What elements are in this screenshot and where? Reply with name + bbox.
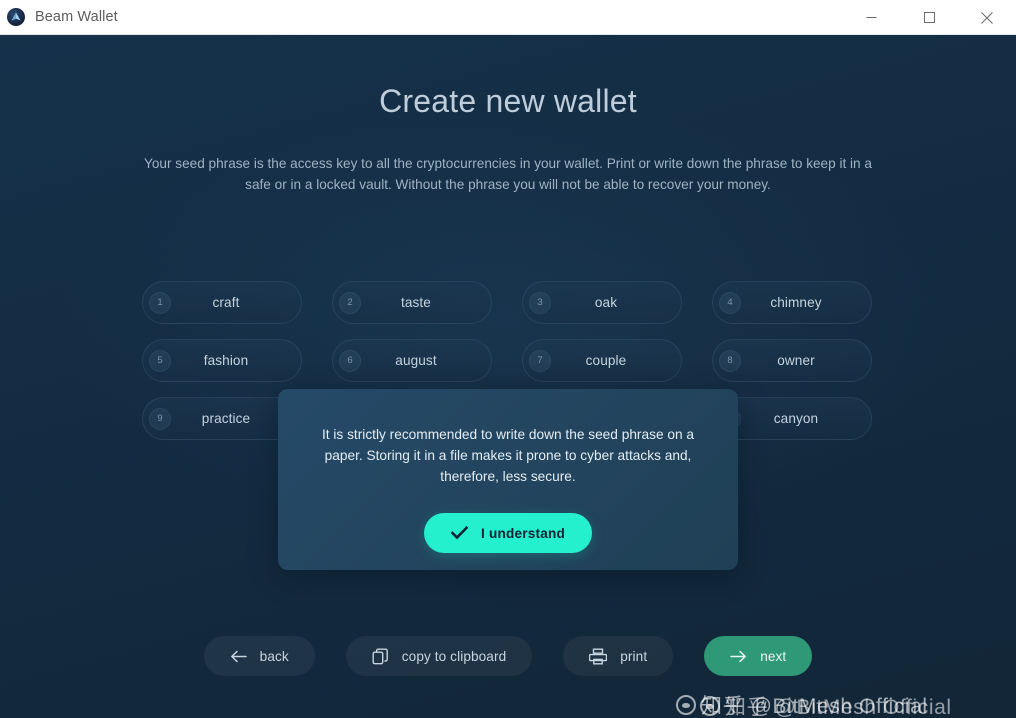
copy-to-clipboard-label: copy to clipboard xyxy=(401,648,507,664)
window-title: Beam Wallet xyxy=(35,9,118,25)
zhihu-logo-icon xyxy=(700,696,720,716)
copy-to-clipboard-button[interactable]: copy to clipboard xyxy=(345,636,533,676)
seed-word-number: 2 xyxy=(339,291,361,314)
i-understand-label: I understand xyxy=(481,525,565,541)
close-icon[interactable] xyxy=(958,0,1016,35)
back-label: back xyxy=(259,648,289,664)
seed-word-chip: 2 taste xyxy=(332,281,492,324)
seed-word-number: 7 xyxy=(529,349,551,372)
back-button[interactable]: back xyxy=(203,636,315,676)
zhihu-logo-icon-2 xyxy=(676,695,696,715)
print-button[interactable]: print xyxy=(563,636,674,676)
minimize-icon[interactable] xyxy=(842,0,900,35)
maximize-icon[interactable] xyxy=(900,0,958,35)
arrow-right-icon xyxy=(730,650,747,663)
next-button[interactable]: next xyxy=(704,636,813,676)
seed-word-number: 5 xyxy=(149,349,171,372)
wallet-create-screen: Create new wallet Your seed phrase is th… xyxy=(0,35,1016,718)
watermark-front-text: 知乎 @BitMesh Official xyxy=(701,695,928,718)
seed-word-number: 3 xyxy=(529,291,551,314)
window-controls xyxy=(842,0,1016,35)
seed-word-number: 8 xyxy=(719,349,741,372)
next-label: next xyxy=(760,648,787,664)
seed-warning-modal: It is strictly recommended to write down… xyxy=(278,389,738,570)
print-label: print xyxy=(620,648,648,664)
page-title: Create new wallet xyxy=(379,83,637,119)
seed-word-chip: 6 august xyxy=(332,339,492,382)
page-description: Your seed phrase is the access key to al… xyxy=(144,156,872,192)
seed-word-chip: 3 oak xyxy=(522,281,682,324)
copy-icon xyxy=(372,648,389,665)
seed-word-chip: 7 couple xyxy=(522,339,682,382)
action-bar: back copy to clipboard print next xyxy=(0,636,1016,676)
seed-word-number: 4 xyxy=(719,291,741,314)
seed-word-number: 6 xyxy=(339,349,361,372)
modal-message: It is strictly recommended to write down… xyxy=(321,427,695,484)
printer-icon xyxy=(589,648,608,665)
arrow-left-icon xyxy=(230,650,247,663)
watermark-back-text: 知乎 @BitMesh Official xyxy=(725,696,952,718)
seed-word-chip: 1 craft xyxy=(142,281,302,324)
i-understand-button[interactable]: I understand xyxy=(424,513,592,553)
seed-word-number: 1 xyxy=(149,291,171,314)
watermark: 知乎 @BitMesh Official 知乎 @BitMesh Officia… xyxy=(0,687,1016,718)
seed-word-chip: 4 chimney xyxy=(712,281,872,324)
seed-word-number: 9 xyxy=(149,407,171,430)
window-titlebar: Beam Wallet xyxy=(0,0,1016,35)
check-icon xyxy=(451,526,468,540)
watermark-back: 知乎 @BitMesh Official xyxy=(700,691,952,718)
seed-word-chip: 8 owner xyxy=(712,339,872,382)
seed-word-chip: 5 fashion xyxy=(142,339,302,382)
beam-logo-icon xyxy=(7,8,25,26)
watermark-front: 知乎 @BitMesh Official xyxy=(676,690,928,718)
